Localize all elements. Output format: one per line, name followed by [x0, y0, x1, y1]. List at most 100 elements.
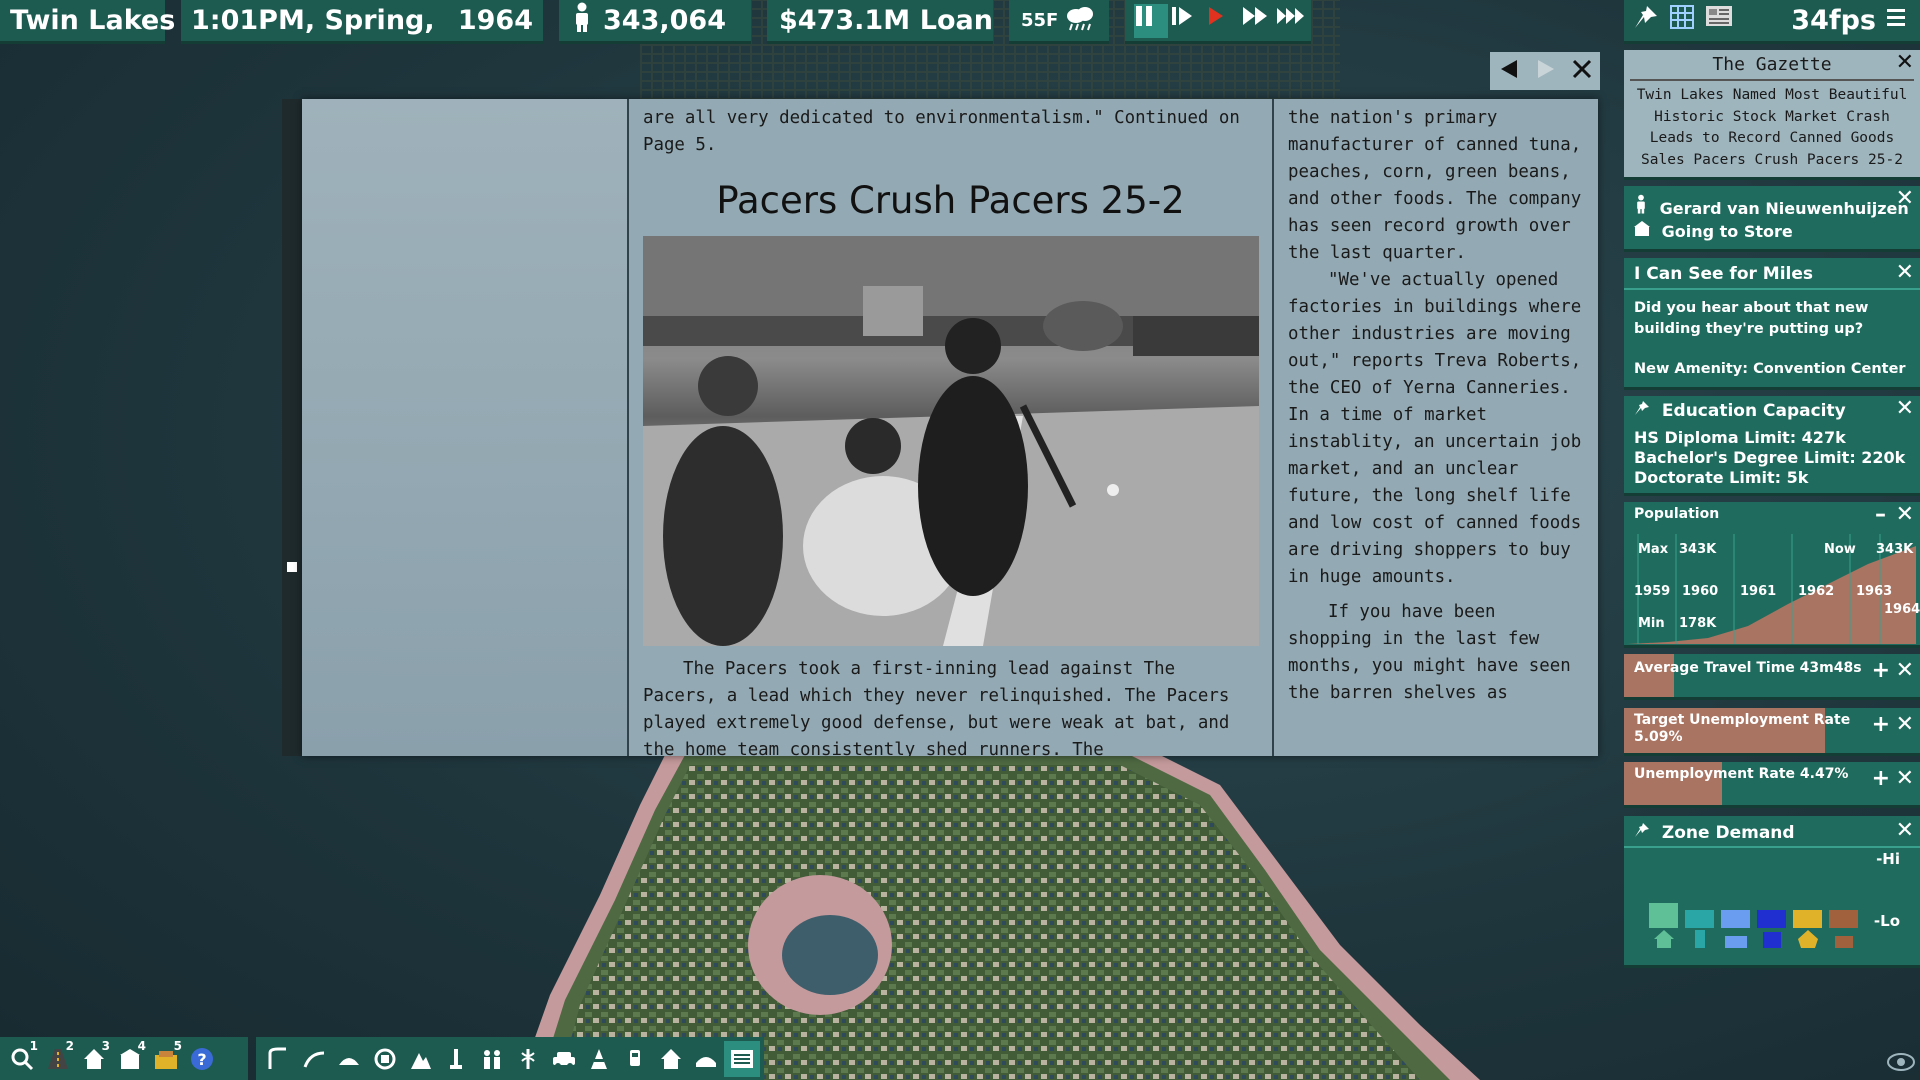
citizen-panel[interactable]: Gerard van Nieuwenhuijzen Going to Store… — [1624, 186, 1920, 252]
add-icon[interactable]: + — [1872, 660, 1890, 682]
tower-icon[interactable] — [439, 1041, 475, 1077]
city-name: Twin Lakes — [10, 5, 176, 36]
people-icon[interactable] — [474, 1041, 510, 1077]
zone-hi-label: -Hi — [1876, 850, 1900, 868]
close-education-icon[interactable]: ✕ — [1896, 398, 1914, 420]
weather-box[interactable]: 55F — [1009, 0, 1109, 44]
population-box[interactable]: 343,064 — [559, 0, 751, 44]
help-icon[interactable]: ? — [184, 1041, 220, 1077]
svg-text:?: ? — [197, 1050, 206, 1069]
add-icon[interactable]: + — [1872, 768, 1890, 790]
zone-house-icon[interactable]: 3 — [76, 1039, 112, 1077]
target-unemployment-value: 5.09% — [1634, 729, 1683, 745]
menu-icon[interactable] — [1885, 4, 1919, 38]
newspaper-edge — [282, 99, 302, 756]
health-icon[interactable] — [510, 1041, 546, 1077]
scroll-handle[interactable] — [287, 562, 297, 572]
datetime-label: 1:01PM, Spring, — [191, 5, 435, 36]
education-panel[interactable]: Education Capacity ✕ HS Diploma Limit: 4… — [1624, 396, 1920, 496]
zone-icons — [1646, 928, 1862, 954]
pop-year-1964: 1964 — [1884, 602, 1920, 617]
add-icon[interactable]: + — [1872, 714, 1890, 736]
road-icon[interactable]: 2 — [40, 1039, 76, 1077]
close-population-icon[interactable]: ✕ — [1896, 504, 1914, 526]
next-page-icon[interactable] — [1534, 57, 1558, 85]
amenity-icon[interactable] — [689, 1041, 725, 1077]
play-icon[interactable] — [1205, 4, 1239, 38]
person-icon — [571, 2, 593, 39]
bulldozer-icon[interactable] — [367, 1041, 403, 1077]
newspaper-icon[interactable] — [1705, 4, 1739, 38]
grid-icon[interactable] — [1669, 4, 1703, 38]
pin-icon[interactable] — [1633, 4, 1667, 38]
hs-limit: HS Diploma Limit: 427k — [1634, 428, 1846, 447]
temperature-label: 55F — [1021, 10, 1059, 31]
newspaper: are all very dedicated to environmentali… — [302, 99, 1598, 756]
street-icon[interactable] — [260, 1041, 296, 1077]
baseball-photo — [643, 236, 1259, 646]
pin-icon — [1634, 401, 1650, 421]
close-unemployment-icon[interactable]: ✕ — [1896, 768, 1914, 790]
chatter-title: I Can See for Miles — [1634, 264, 1814, 284]
pop-now-label: Now — [1824, 542, 1856, 557]
article-body: The Pacers took a first-inning lead agai… — [643, 659, 1230, 756]
zone-demand-title-row: Zone Demand — [1634, 822, 1795, 843]
travel-time-panel[interactable]: Average Travel Time 43m48s + ✕ — [1624, 654, 1920, 700]
curve-road-icon[interactable] — [296, 1041, 332, 1077]
pop-year-1963: 1963 — [1856, 584, 1893, 599]
zone-demand-title: Zone Demand — [1661, 823, 1795, 843]
newspaper-right-column: the nation's primary manufacturer of can… — [1274, 99, 1598, 756]
close-chatter-icon[interactable]: ✕ — [1896, 262, 1914, 284]
close-newspaper-icon[interactable] — [1571, 58, 1593, 84]
eye-icon[interactable] — [1886, 1052, 1916, 1076]
close-gazette-icon[interactable]: ✕ — [1896, 52, 1914, 74]
population-panel[interactable]: Population – ✕ Max 343K Now 343K Min 178… — [1624, 502, 1920, 648]
gazette-headlines: Twin Lakes Named Most Beautiful Historic… — [1630, 79, 1914, 171]
unemployment-panel[interactable]: Unemployment Rate 4.47% + ✕ — [1624, 762, 1920, 808]
person-icon — [1634, 194, 1654, 218]
transit-icon[interactable] — [617, 1041, 653, 1077]
building-icon[interactable]: 4 — [112, 1039, 148, 1077]
budget-icon[interactable]: 5 — [148, 1039, 184, 1077]
minimize-population-icon[interactable]: – — [1875, 504, 1886, 526]
newspaper-tool-icon[interactable] — [724, 1040, 761, 1077]
close-target-icon[interactable]: ✕ — [1896, 714, 1914, 736]
year-label: 1964 — [457, 5, 533, 36]
right-paragraph-2: "We've actually opened factories in buil… — [1288, 270, 1582, 587]
fast-forward-icon[interactable] — [1241, 4, 1275, 38]
fps-label: 34fps — [1791, 5, 1876, 36]
target-unemployment-panel[interactable]: Target Unemployment Rate 5.09% + ✕ — [1624, 708, 1920, 756]
tunnel-icon[interactable] — [331, 1041, 367, 1077]
zone-bar-residential — [1649, 903, 1678, 928]
factory-icon — [1826, 928, 1862, 954]
terrain-icon[interactable] — [403, 1041, 439, 1077]
gazette-panel[interactable]: The Gazette ✕ Twin Lakes Named Most Beau… — [1624, 50, 1920, 180]
step-icon[interactable] — [1170, 4, 1204, 38]
prev-page-icon[interactable] — [1497, 57, 1521, 85]
fastest-forward-icon[interactable] — [1276, 4, 1310, 38]
retail-icon — [1718, 928, 1754, 954]
population-title: Population — [1634, 506, 1720, 522]
pause-icon[interactable] — [1134, 3, 1168, 38]
pop-year-1961: 1961 — [1740, 584, 1777, 599]
traffic-cone-icon[interactable] — [581, 1041, 617, 1077]
doctorate-limit: Doctorate Limit: 5k — [1634, 468, 1809, 487]
loan-label: Loan — [919, 5, 993, 36]
chatter-panel[interactable]: I Can See for Miles ✕ Did you hear about… — [1624, 258, 1920, 390]
budget-box[interactable]: $473.1M Loan — [767, 0, 993, 44]
close-zone-demand-icon[interactable]: ✕ — [1896, 820, 1914, 842]
home-icon[interactable] — [653, 1041, 689, 1077]
education-title-row: Education Capacity — [1634, 400, 1846, 421]
newspaper-middle-column: are all very dedicated to environmentali… — [629, 99, 1274, 756]
city-name-box[interactable]: Twin Lakes — [0, 0, 175, 44]
bottom-toolbar-tools — [256, 1037, 764, 1080]
query-icon[interactable]: 1 — [4, 1039, 40, 1077]
close-citizen-icon[interactable]: ✕ — [1896, 188, 1914, 210]
close-travel-icon[interactable]: ✕ — [1896, 660, 1914, 682]
right-paragraph-1: the nation's primary manufacturer of can… — [1288, 108, 1582, 263]
pop-max-label: Max — [1638, 542, 1669, 557]
car-icon[interactable] — [546, 1041, 582, 1077]
map-city-area[interactable] — [520, 745, 1480, 1080]
zone-demand-panel[interactable]: Zone Demand ✕ -Hi -Lo — [1624, 816, 1920, 968]
pop-year-1960: 1960 — [1682, 584, 1719, 599]
